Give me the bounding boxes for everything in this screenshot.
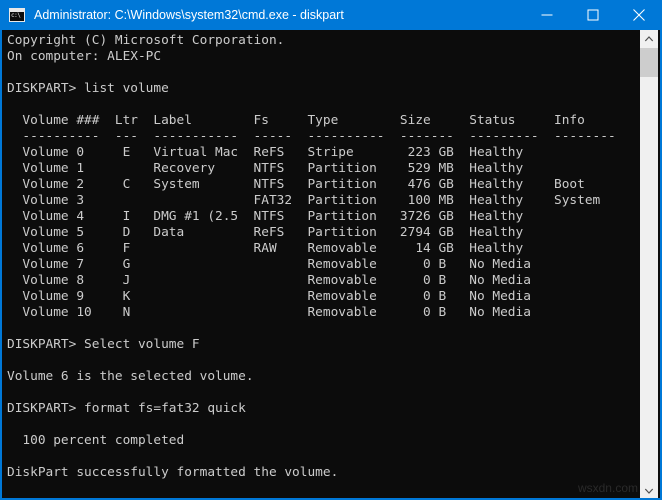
chevron-up-icon (645, 36, 654, 42)
close-button[interactable] (616, 0, 662, 30)
console-line: DISKPART> format fs=fat32 quick (7, 401, 640, 417)
console-line (7, 65, 640, 81)
console-output: Copyright (C) Microsoft Corporation.On c… (4, 30, 640, 481)
console-line: Volume 2 C System NTFS Partition 476 GB … (7, 177, 640, 193)
console-line: Volume 7 G Removable 0 B No Media (7, 257, 640, 273)
cmd-console-icon: c:\ (9, 8, 25, 22)
scroll-up-arrow[interactable] (640, 30, 658, 48)
console-line (7, 97, 640, 113)
console-scrollbar[interactable] (640, 30, 658, 500)
console-line: Volume 6 F RAW Removable 14 GB Healthy (7, 241, 640, 257)
console-line: Volume 0 E Virtual Mac ReFS Stripe 223 G… (7, 145, 640, 161)
maximize-button[interactable] (570, 0, 616, 30)
console-line: Volume ### Ltr Label Fs Type Size Status… (7, 113, 640, 129)
console-line: 100 percent completed (7, 433, 640, 449)
console-line: Volume 6 is the selected volume. (7, 369, 640, 385)
window-title: Administrator: C:\Windows\system32\cmd.e… (34, 0, 524, 30)
console-line: Volume 3 FAT32 Partition 100 MB Healthy … (7, 193, 640, 209)
console-line (7, 449, 640, 465)
console-line: ---------- --- ----------- ----- -------… (7, 129, 640, 145)
scroll-down-arrow[interactable] (640, 482, 658, 500)
console-line: Volume 9 K Removable 0 B No Media (7, 289, 640, 305)
close-icon (633, 9, 645, 21)
console-line (7, 321, 640, 337)
console-line: DiskPart successfully formatted the volu… (7, 465, 640, 481)
scroll-thumb[interactable] (640, 48, 658, 77)
console-line: Volume 4 I DMG #1 (2.5 NTFS Partition 37… (7, 209, 640, 225)
console-line (7, 417, 640, 433)
cmd-icon-prompt: c:\ (11, 12, 20, 20)
maximize-icon (588, 10, 599, 21)
console-line (7, 385, 640, 401)
console-line: DISKPART> Select volume F (7, 337, 640, 353)
minimize-icon (542, 10, 553, 21)
console-line: On computer: ALEX-PC (7, 49, 640, 65)
console-line: Copyright (C) Microsoft Corporation. (7, 33, 640, 49)
console-line: Volume 10 N Removable 0 B No Media (7, 305, 640, 321)
title-bar[interactable]: c:\ Administrator: C:\Windows\system32\c… (0, 0, 662, 30)
cmd-window: c:\ Administrator: C:\Windows\system32\c… (0, 0, 662, 500)
minimize-button[interactable] (524, 0, 570, 30)
console-text-area[interactable]: Copyright (C) Microsoft Corporation.On c… (4, 30, 640, 500)
console-line: DISKPART> list volume (7, 81, 640, 97)
console-body[interactable]: Copyright (C) Microsoft Corporation.On c… (0, 30, 662, 500)
chevron-down-icon (645, 488, 654, 494)
console-line: Volume 1 Recovery NTFS Partition 529 MB … (7, 161, 640, 177)
console-line: Volume 8 J Removable 0 B No Media (7, 273, 640, 289)
console-line: Volume 5 D Data ReFS Partition 2794 GB H… (7, 225, 640, 241)
console-line (7, 353, 640, 369)
